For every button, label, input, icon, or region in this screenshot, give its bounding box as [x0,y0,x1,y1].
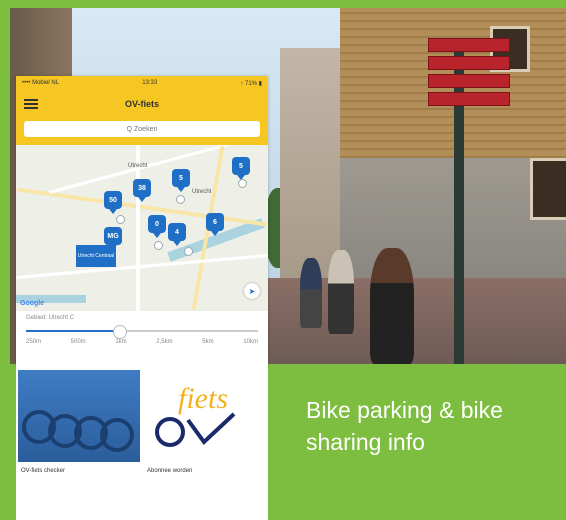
cyclist [300,258,322,328]
caption-line-1: Bike parking & bike [306,397,503,423]
cyclist [370,248,414,364]
map-place-label: Utrecht [128,163,148,169]
google-logo: Google [20,300,45,307]
radius-slider[interactable] [26,325,258,339]
radius-tick: 5km [202,339,214,345]
carrier-text: •••• Mobiel NL [22,80,60,86]
radius-ticks: 250m 500m 1km 2,5km 5km 10km [26,339,258,345]
radius-tick: 10km [243,339,258,345]
phone-app-screenshot: •••• Mobiel NL 13:33 ↑ 71% ▮ OV-fiets Q … [16,76,268,366]
bike-station-pin[interactable]: 5 [232,157,250,180]
caption-line-2: sharing info [306,429,425,455]
map-place-label: Utrecht [192,189,212,195]
bike-station-pin[interactable]: 38 [133,179,151,202]
map[interactable]: Utrecht Utrecht 50 38 5 5 MG 0 4 6 Utrec… [16,145,268,311]
map-marker-dot[interactable] [184,247,193,256]
slider-thumb[interactable] [112,325,127,339]
radius-tick: 250m [26,339,42,345]
search-placeholder: Q Zoeken [126,125,158,133]
bike-station-pin[interactable]: 0 [148,215,166,238]
card-label: OV-fiets checker [21,468,66,474]
app-header: OV-fiets [16,90,268,118]
bike-station-pin[interactable]: 5 [172,169,190,192]
bike-wheel [100,418,134,452]
direction-sign [428,74,510,88]
status-time: 13:33 [142,80,158,86]
radius-selector: Gebied: Utrecht C 250m 500m 1km 2,5km 5k… [16,311,268,349]
bike-station-pin[interactable]: 6 [206,213,224,236]
map-marker-dot[interactable] [154,241,163,250]
radius-tick: 1km [115,339,127,345]
direction-sign [428,38,510,52]
search-bar-wrap: Q Zoeken [16,118,268,145]
logo-fiets-text: fiets [178,382,228,415]
card-label: Abonnee worden [147,468,193,474]
ov-fiets-checker-card[interactable]: OV-fiets checker [18,370,140,520]
abonnee-worden-card[interactable]: fiets Abonnee worden [144,370,266,520]
battery-text: ↑ 71% ▮ [240,80,262,87]
logo-v-shape [186,412,236,446]
navigation-arrow-icon[interactable]: ➤ [244,283,260,299]
direction-sign [428,92,510,106]
radius-tick: 500m [70,339,86,345]
slider-fill [26,330,119,332]
map-marker-dot[interactable] [176,195,185,204]
ov-fiets-logo: fiets [144,370,266,462]
radius-label: Gebied: Utrecht C [26,315,75,321]
search-input[interactable]: Q Zoeken [24,121,260,137]
map-road [16,254,268,279]
status-bar: •••• Mobiel NL 13:33 ↑ 71% ▮ [16,76,268,90]
ov-fiets-bikes-photo [18,370,140,462]
map-marker-dot[interactable] [116,215,125,224]
app-title: OV-fiets [124,99,159,109]
map-marker-dot[interactable] [238,179,247,188]
bike-station-pin[interactable]: 50 [104,191,122,214]
building-window [530,158,566,220]
cyclist [328,250,354,334]
bike-station-pin[interactable]: MG [104,227,122,250]
logo-o-shape [155,417,185,447]
direction-sign [428,56,510,70]
bike-station-pin[interactable]: 4 [168,223,186,246]
radius-tick: 2,5km [156,339,173,345]
station-label[interactable]: Utrecht Centraal [76,245,116,267]
caption: Bike parking & bike sharing info [306,394,503,458]
